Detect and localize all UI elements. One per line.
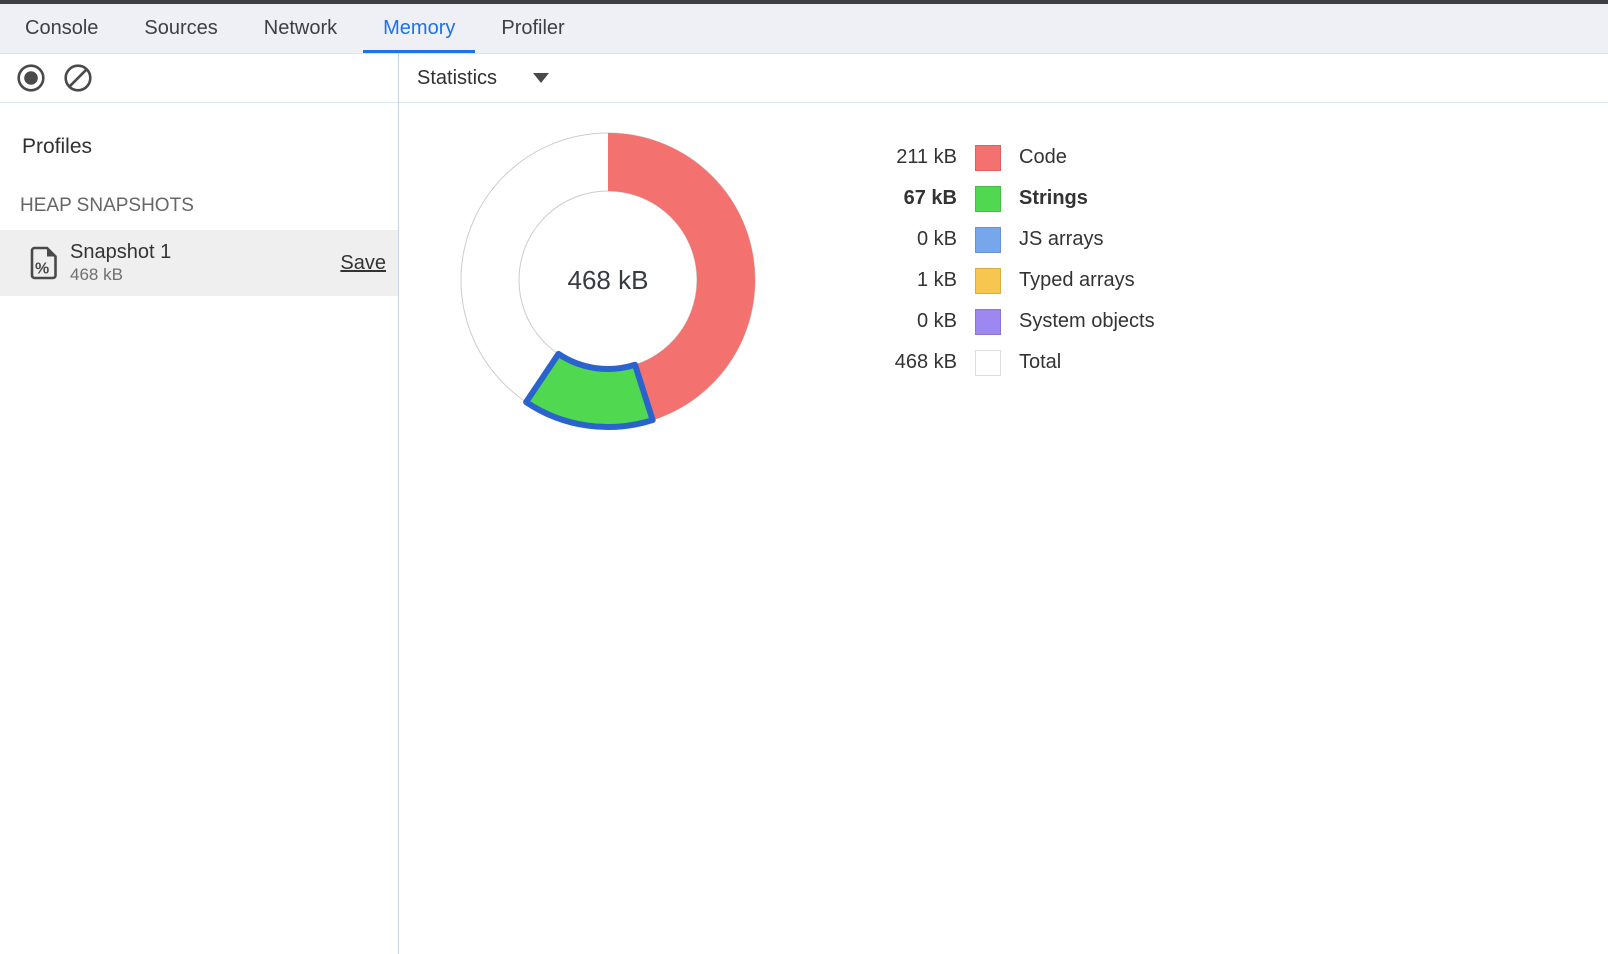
heap-statistics-donut-chart[interactable] (448, 120, 768, 440)
record-icon (16, 63, 46, 93)
record-heap-snapshot-button[interactable] (16, 63, 46, 93)
profiles-list: Profiles HEAP SNAPSHOTS % Snapshot 1 468… (0, 103, 398, 296)
donut-slice-strings-selected[interactable] (526, 354, 653, 427)
legend-label: Total (1019, 351, 1061, 374)
legend-row-strings[interactable]: 67 kB Strings (859, 178, 1155, 219)
snapshot-title: Snapshot 1 (70, 241, 340, 264)
view-selector-value[interactable]: Statistics (417, 67, 497, 90)
snapshot-save-link[interactable]: Save (340, 252, 386, 275)
memory-panel: Profiles HEAP SNAPSHOTS % Snapshot 1 468… (0, 54, 1608, 954)
statistics-chart-area: 468 kB 211 kB Code 67 kB Strings 0 kB JS arra… (399, 103, 1608, 954)
profiles-toolbar (0, 54, 398, 103)
legend-row-total[interactable]: 468 kB Total (859, 342, 1155, 383)
legend-value: 468 kB (859, 351, 957, 374)
statistics-view: Statistics 468 kB 211 kB Code 67 kB Strings… (399, 54, 1608, 954)
legend-value: 0 kB (859, 310, 957, 333)
legend-swatch-icon (975, 268, 1001, 294)
tab-network[interactable]: Network (241, 4, 360, 53)
tab-sources[interactable]: Sources (121, 4, 240, 53)
legend-value: 67 kB (859, 187, 957, 210)
legend-swatch-icon (975, 309, 1001, 335)
legend-label: System objects (1019, 310, 1155, 333)
snapshot-info: Snapshot 1 468 kB (70, 241, 340, 285)
chevron-down-icon[interactable] (533, 73, 549, 83)
devtools-window: ConsoleSourcesNetworkMemoryProfiler (0, 0, 1608, 954)
snapshot-list-item[interactable]: % Snapshot 1 468 kB Save (0, 230, 398, 296)
legend-row-system-objects[interactable]: 0 kB System objects (859, 301, 1155, 342)
tab-console[interactable]: Console (2, 4, 121, 53)
tab-profiler[interactable]: Profiler (478, 4, 587, 53)
svg-text:%: % (35, 261, 49, 278)
legend-swatch-icon (975, 145, 1001, 171)
profiles-sidebar: Profiles HEAP SNAPSHOTS % Snapshot 1 468… (0, 54, 399, 954)
heap-snapshots-section-heading: HEAP SNAPSHOTS (20, 195, 398, 217)
snapshot-size: 468 kB (70, 265, 340, 285)
view-selector-toolbar: Statistics (399, 54, 1608, 103)
chart-legend: 211 kB Code 67 kB Strings 0 kB JS arrays 1 kB T… (859, 137, 1155, 383)
legend-swatch-icon (975, 186, 1001, 212)
legend-value: 211 kB (859, 146, 957, 169)
legend-value: 0 kB (859, 228, 957, 251)
legend-label: Code (1019, 146, 1067, 169)
legend-swatch-icon (975, 227, 1001, 253)
tab-memory[interactable]: Memory (360, 4, 478, 53)
clear-profiles-button[interactable] (63, 63, 93, 93)
legend-label: JS arrays (1019, 228, 1103, 251)
profiles-heading: Profiles (22, 135, 398, 159)
legend-label: Strings (1019, 187, 1088, 210)
legend-swatch-icon (975, 350, 1001, 376)
clear-icon (63, 63, 93, 93)
legend-row-typed-arrays[interactable]: 1 kB Typed arrays (859, 260, 1155, 301)
tab-bar: ConsoleSourcesNetworkMemoryProfiler (0, 4, 1608, 54)
legend-value: 1 kB (859, 269, 957, 292)
legend-label: Typed arrays (1019, 269, 1135, 292)
legend-row-js-arrays[interactable]: 0 kB JS arrays (859, 219, 1155, 260)
legend-row-code[interactable]: 211 kB Code (859, 137, 1155, 178)
heap-snapshot-file-icon: % (30, 246, 58, 280)
